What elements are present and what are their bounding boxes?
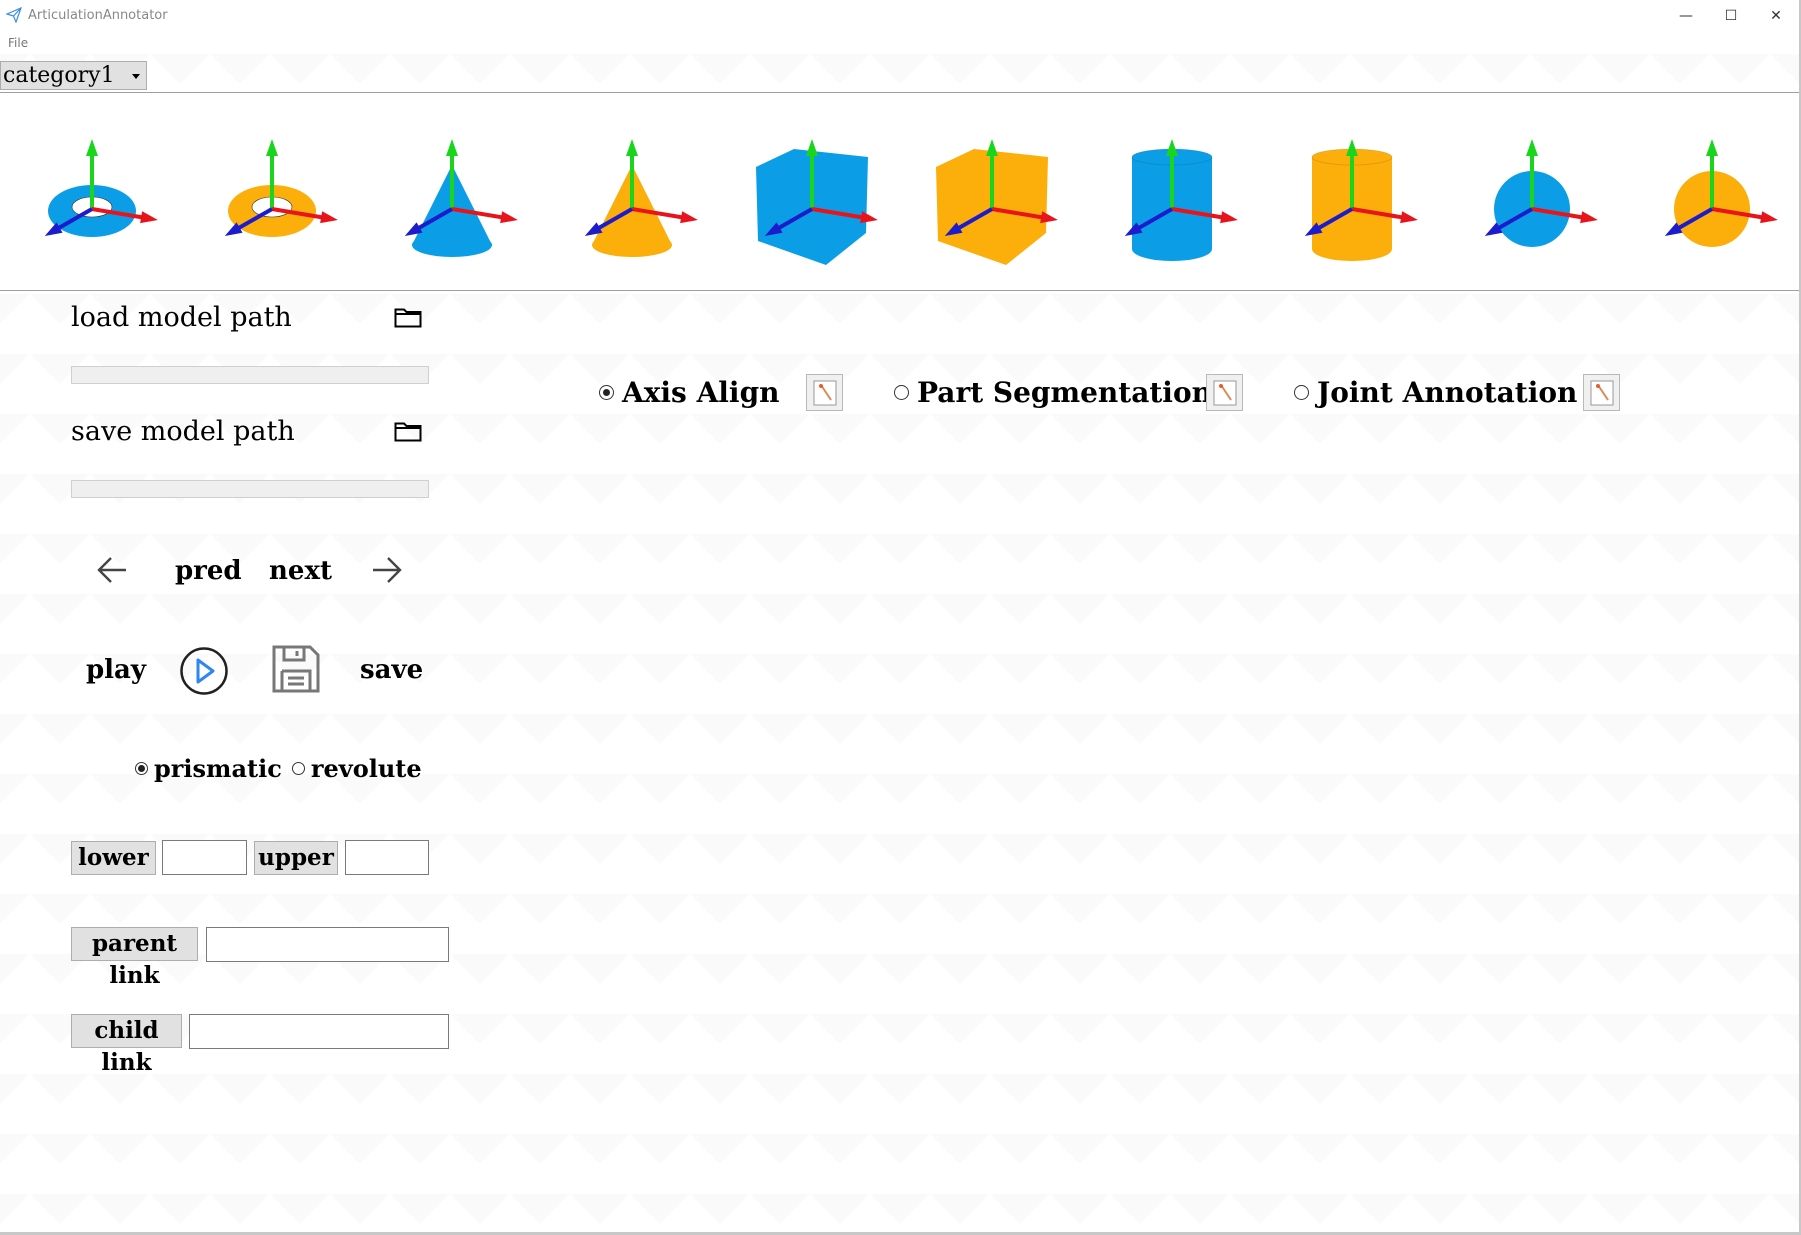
play-icon[interactable] xyxy=(178,645,230,701)
axis-align-label: Axis Align xyxy=(622,376,780,409)
part-segmentation-tool-button[interactable] xyxy=(1206,374,1243,411)
minimize-button[interactable]: — xyxy=(1663,0,1709,32)
lower-label: lower xyxy=(71,841,156,875)
maximize-button[interactable]: ☐ xyxy=(1708,0,1754,32)
category-select-value: category1 xyxy=(3,63,115,88)
brush-icon xyxy=(1590,380,1613,405)
upper-label: upper xyxy=(254,841,338,875)
joint-annotation-tool-button[interactable] xyxy=(1583,374,1620,411)
shape-thumbnail-strip xyxy=(0,93,1801,290)
thumbnail-cube-4[interactable] xyxy=(756,139,878,265)
parent-link-input[interactable] xyxy=(206,927,449,962)
title-bar: ArticulationAnnotator — ☐ ✕ xyxy=(0,0,1801,32)
joint-type-radio-group: prismatic revolute xyxy=(135,754,422,783)
mode-joint-annotation[interactable]: Joint Annotation xyxy=(1294,376,1577,409)
load-model-path-field[interactable] xyxy=(71,366,429,384)
paper-plane-icon xyxy=(5,6,23,27)
thumbnail-torus-1[interactable] xyxy=(224,139,338,237)
dropdown-arrow-icon xyxy=(132,74,140,79)
thumbnail-cone-3[interactable] xyxy=(584,139,698,257)
lower-input[interactable] xyxy=(162,840,247,875)
joint-annotation-radio[interactable] xyxy=(1294,385,1309,400)
floppy-disk-icon[interactable] xyxy=(272,645,320,697)
part-segmentation-label: Part Segmentation xyxy=(917,376,1212,409)
parent-link-label: parent link xyxy=(71,927,198,989)
thumbnail-cylinder-7[interactable] xyxy=(1304,139,1418,261)
brush-icon xyxy=(813,380,836,405)
mode-axis-align[interactable]: Axis Align xyxy=(599,376,780,409)
pred-button[interactable]: pred xyxy=(175,556,242,586)
revolute-label: revolute xyxy=(310,754,422,783)
child-link-input[interactable] xyxy=(189,1014,449,1049)
menu-bar: File xyxy=(0,32,1801,54)
close-button[interactable]: ✕ xyxy=(1753,0,1799,32)
prismatic-label: prismatic xyxy=(154,754,282,783)
play-label[interactable]: play xyxy=(86,655,146,685)
thumbnail-torus-0[interactable] xyxy=(44,139,158,237)
arrow-right-icon[interactable] xyxy=(371,555,403,589)
thumbnail-cube-5[interactable] xyxy=(936,139,1058,265)
thumbnail-sphere-8[interactable] xyxy=(1484,139,1598,247)
window-title: ArticulationAnnotator xyxy=(28,8,168,23)
axis-align-radio[interactable] xyxy=(599,385,614,400)
joint-annotation-label: Joint Annotation xyxy=(1317,376,1578,409)
save-model-path-field[interactable] xyxy=(71,480,429,498)
divider-bottom xyxy=(0,290,1801,291)
category-select[interactable]: category1 xyxy=(0,61,147,90)
thumbnail-cylinder-6[interactable] xyxy=(1124,139,1238,261)
arrow-left-icon[interactable] xyxy=(96,555,128,589)
thumbnails-canvas xyxy=(44,139,1778,265)
revolute-radio[interactable] xyxy=(291,762,305,775)
thumbnail-sphere-9[interactable] xyxy=(1664,139,1778,247)
child-link-label: child link xyxy=(71,1014,182,1076)
save-model-path-label: save model path xyxy=(71,416,295,447)
part-segmentation-radio[interactable] xyxy=(894,385,909,400)
save-folder-icon[interactable] xyxy=(394,420,422,446)
axis-align-tool-button[interactable] xyxy=(806,374,843,411)
prismatic-radio[interactable] xyxy=(135,762,148,775)
next-button[interactable]: next xyxy=(269,556,332,586)
load-folder-icon[interactable] xyxy=(394,306,422,332)
brush-icon xyxy=(1213,380,1236,405)
save-label[interactable]: save xyxy=(360,655,423,685)
load-model-path-label: load model path xyxy=(71,302,292,333)
upper-input[interactable] xyxy=(345,840,429,875)
thumbnail-cone-2[interactable] xyxy=(404,139,518,257)
mode-part-segmentation[interactable]: Part Segmentation xyxy=(894,376,1212,409)
menu-file[interactable]: File xyxy=(8,36,28,50)
